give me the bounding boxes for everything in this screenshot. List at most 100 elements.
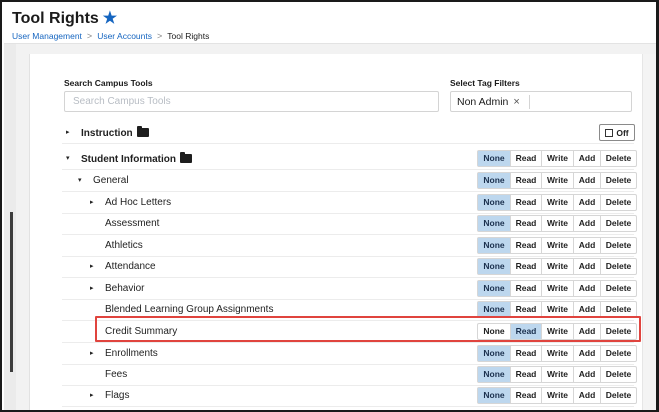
right-add-button[interactable]: Add	[574, 346, 601, 361]
right-write-button[interactable]: Write	[542, 302, 574, 317]
right-read-button[interactable]: Read	[511, 346, 542, 361]
right-write-button[interactable]: Write	[542, 238, 574, 253]
left-scrollbar-thumb[interactable]	[10, 212, 13, 372]
rights-button-group: None Read Write Add Delete	[477, 150, 637, 167]
right-delete-button[interactable]: Delete	[601, 259, 636, 274]
right-write-button[interactable]: Write	[542, 281, 574, 296]
right-delete-button[interactable]: Delete	[601, 216, 636, 231]
right-delete-button[interactable]: Delete	[601, 238, 636, 253]
tree-label-flags[interactable]: Flags	[105, 390, 129, 401]
breadcrumb-user-accounts[interactable]: User Accounts	[97, 31, 152, 41]
tree-label-general[interactable]: General	[93, 175, 129, 186]
right-read-button[interactable]: Read	[511, 238, 542, 253]
tree-row-behavior: ▸ Behavior None Read Write Add Delete	[62, 279, 642, 301]
right-delete-button[interactable]: Delete	[601, 346, 636, 361]
right-delete-button[interactable]: Delete	[601, 302, 636, 317]
tree-label-enrollments[interactable]: Enrollments	[105, 348, 158, 359]
right-none-button[interactable]: None	[478, 346, 511, 361]
search-label: Search Campus Tools	[64, 78, 153, 88]
right-none-button[interactable]: None	[478, 388, 511, 403]
tree-label-behavior[interactable]: Behavior	[105, 283, 144, 294]
right-read-button[interactable]: Read	[511, 302, 542, 317]
favorite-star-icon[interactable]: ★	[103, 11, 117, 27]
right-none-button[interactable]: None	[478, 195, 511, 210]
right-scroll-track[interactable]	[642, 54, 656, 410]
expand-caret-icon[interactable]: ▸	[90, 284, 94, 292]
tree-label-text: Blended Learning Group Assignments	[105, 304, 274, 315]
collapse-caret-icon[interactable]: ▾	[78, 176, 82, 184]
breadcrumb-separator-icon: >	[157, 31, 163, 41]
tree-label-instruction[interactable]: Instruction	[81, 126, 149, 139]
right-none-button[interactable]: None	[478, 238, 511, 253]
right-none-button[interactable]: None	[478, 367, 511, 382]
right-none-button[interactable]: None	[478, 173, 511, 188]
right-write-button[interactable]: Write	[542, 151, 574, 166]
right-write-button[interactable]: Write	[542, 259, 574, 274]
right-write-button[interactable]: Write	[542, 173, 574, 188]
collapse-caret-icon[interactable]: ▾	[66, 154, 70, 162]
expand-caret-icon[interactable]: ▸	[90, 349, 94, 357]
right-add-button[interactable]: Add	[574, 151, 601, 166]
right-read-button[interactable]: Read	[511, 173, 542, 188]
right-none-button[interactable]: None	[478, 281, 511, 296]
right-add-button[interactable]: Add	[574, 367, 601, 382]
tree-label-attendance[interactable]: Attendance	[105, 261, 156, 272]
right-read-button[interactable]: Read	[511, 195, 542, 210]
row-separator	[62, 191, 634, 192]
tree-label-text: Instruction	[81, 128, 133, 139]
right-write-button[interactable]: Write	[542, 216, 574, 231]
right-delete-button[interactable]: Delete	[601, 195, 636, 210]
right-write-button[interactable]: Write	[542, 388, 574, 403]
row-separator	[62, 234, 634, 235]
right-add-button[interactable]: Add	[574, 173, 601, 188]
right-write-button[interactable]: Write	[542, 367, 574, 382]
tree-label-ad-hoc-letters[interactable]: Ad Hoc Letters	[105, 197, 171, 208]
right-delete-button[interactable]: Delete	[601, 173, 636, 188]
search-input[interactable]	[64, 91, 439, 112]
right-add-button[interactable]: Add	[574, 216, 601, 231]
breadcrumb-separator-icon: >	[86, 31, 93, 41]
tag-filter-select[interactable]: Non Admin ×	[450, 91, 632, 112]
right-add-button[interactable]: Add	[574, 259, 601, 274]
expand-caret-icon[interactable]: ▸	[90, 391, 94, 399]
right-add-button[interactable]: Add	[574, 302, 601, 317]
right-read-button[interactable]: Read	[511, 259, 542, 274]
right-read-button[interactable]: Read	[511, 216, 542, 231]
right-read-button[interactable]: Read	[511, 367, 542, 382]
right-read-button[interactable]: Read	[511, 151, 542, 166]
right-read-button[interactable]: Read	[511, 388, 542, 403]
tree-label-text: Flags	[105, 390, 130, 401]
expand-caret-icon[interactable]: ▸	[66, 128, 70, 136]
right-none-button[interactable]: None	[478, 259, 511, 274]
breadcrumb-user-management[interactable]: User Management	[12, 31, 82, 41]
right-write-button[interactable]: Write	[542, 346, 574, 361]
left-margin	[16, 44, 30, 410]
right-delete-button[interactable]: Delete	[601, 281, 636, 296]
tree-row-student-information: ▾ Student Information None Read Write Add Dele…	[62, 149, 642, 171]
right-add-button[interactable]: Add	[574, 238, 601, 253]
right-none-button[interactable]: None	[478, 216, 511, 231]
off-toggle-button[interactable]: Off	[599, 124, 635, 141]
right-delete-button[interactable]: Delete	[601, 367, 636, 382]
tree-row-fees: Fees None Read Write Add Delete	[62, 365, 642, 387]
right-add-button[interactable]: Add	[574, 195, 601, 210]
remove-tag-icon[interactable]: ×	[513, 96, 519, 108]
right-delete-button[interactable]: Delete	[601, 151, 636, 166]
right-none-button[interactable]: None	[478, 151, 511, 166]
page-title-text: Tool Rights	[12, 10, 99, 27]
right-delete-button[interactable]: Delete	[601, 388, 636, 403]
right-write-button[interactable]: Write	[542, 195, 574, 210]
row-separator	[62, 277, 634, 278]
right-none-button[interactable]: None	[478, 302, 511, 317]
rights-button-group: None Read Write Add Delete	[477, 215, 637, 232]
expand-caret-icon[interactable]: ▸	[90, 198, 94, 206]
row-separator	[62, 143, 634, 144]
tag-filter-label: Select Tag Filters	[450, 78, 520, 88]
tree-label-text: Assessment	[105, 218, 160, 229]
expand-caret-icon[interactable]: ▸	[90, 262, 94, 270]
right-add-button[interactable]: Add	[574, 281, 601, 296]
tree-label-text: Athletics	[105, 240, 143, 251]
right-read-button[interactable]: Read	[511, 281, 542, 296]
tree-label-student-information[interactable]: Student Information	[81, 152, 192, 165]
right-add-button[interactable]: Add	[574, 388, 601, 403]
